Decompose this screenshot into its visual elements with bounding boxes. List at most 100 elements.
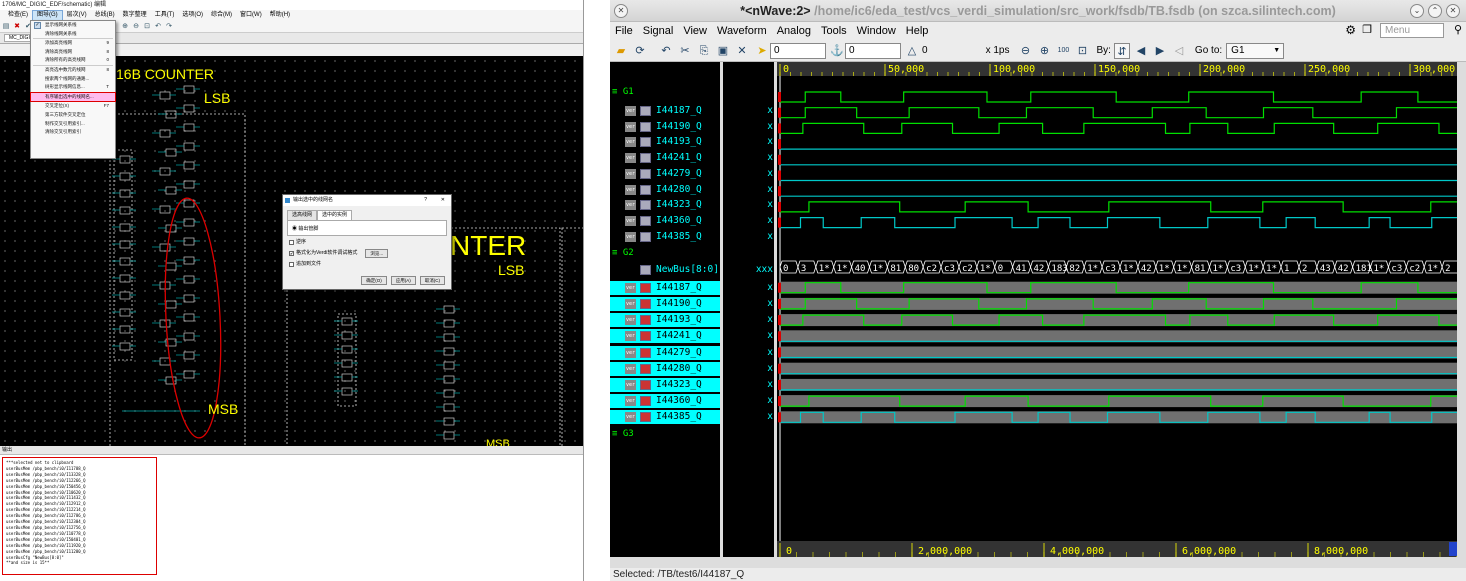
- signal-row[interactable]: NewBus[8:0]: [610, 263, 720, 277]
- dropdown-item[interactable]: 交叉定位(X) F7: [31, 102, 115, 111]
- menu-item-0[interactable]: 检查(E): [4, 10, 32, 21]
- undo-icon[interactable]: ↶: [658, 43, 674, 59]
- close-icon[interactable]: ✕: [441, 195, 445, 206]
- zoom-out-icon[interactable]: ⊖: [132, 23, 140, 31]
- delete-icon[interactable]: ✕: [734, 43, 750, 59]
- menu-signal[interactable]: Signal: [638, 25, 679, 37]
- zoom-out-icon[interactable]: ⊖: [1017, 43, 1033, 59]
- dropdown-item[interactable]: 高亮选中数元的线网 8: [31, 66, 115, 75]
- close-icon[interactable]: ✕: [1446, 4, 1460, 18]
- signal-group-label[interactable]: ≡ G1: [612, 87, 634, 97]
- menu-search-input[interactable]: Menu: [1380, 23, 1444, 38]
- paste-icon[interactable]: ▣: [715, 43, 731, 59]
- menu-item-5[interactable]: 工具(T): [151, 10, 179, 21]
- zoom-in-icon[interactable]: ⊕: [121, 23, 129, 31]
- dropdown-item[interactable]: ✓ 显示线网关系线: [31, 21, 115, 30]
- vertical-scrollbar[interactable]: [1457, 62, 1466, 557]
- marker-time-input[interactable]: 0: [845, 42, 901, 59]
- signal-list-pane[interactable]: ≡ G1 ver I44187_Q ver I44190_Q ver I44193_Q ver…: [610, 62, 720, 557]
- menu-help[interactable]: Help: [901, 25, 934, 37]
- restore-icon[interactable]: ❐: [1362, 23, 1372, 36]
- dropdown-item[interactable]: 搜索两个线网的通路...: [31, 75, 115, 84]
- signal-row[interactable]: ver I44280_Q: [610, 183, 720, 197]
- tab-highlight-nets[interactable]: 选高线网: [287, 210, 318, 220]
- settings-icon[interactable]: ⚙: [1345, 23, 1356, 37]
- undo-icon[interactable]: ↶: [154, 23, 162, 31]
- zoom-fit-icon[interactable]: 100: [1055, 43, 1071, 59]
- marker-icon[interactable]: ⚓: [829, 43, 845, 59]
- menu-item-6[interactable]: 选项(O): [178, 10, 207, 21]
- cancel-button[interactable]: 取消(C): [419, 276, 445, 285]
- reverse-order-checkbox[interactable]: [289, 240, 294, 245]
- dropdown-item[interactable]: 清除高亮线网 8: [31, 48, 115, 57]
- cursor-icon[interactable]: ➤: [754, 43, 770, 59]
- signal-row[interactable]: ver I44193_Q: [610, 313, 720, 328]
- dropdown-item[interactable]: 树形显示线网信息... T: [31, 83, 115, 92]
- open-icon[interactable]: ▤: [2, 23, 10, 31]
- menu-tools[interactable]: Tools: [816, 25, 852, 37]
- append-file-option[interactable]: 追加到文件: [289, 260, 445, 269]
- signal-group-label[interactable]: ≡ G2: [612, 248, 634, 258]
- cursor-time-input[interactable]: 0: [770, 42, 826, 59]
- horizontal-scrollbar[interactable]: [610, 557, 1466, 568]
- delta-icon[interactable]: △: [904, 43, 920, 59]
- copy-icon[interactable]: ⎘: [696, 43, 712, 59]
- signal-row[interactable]: ver I44385_Q: [610, 230, 720, 244]
- append-file-checkbox[interactable]: [289, 262, 294, 267]
- verdi-format-checkbox[interactable]: ✔: [289, 251, 294, 256]
- signal-row[interactable]: ver I44323_Q: [610, 198, 720, 212]
- menu-item-7[interactable]: 综合(M): [207, 10, 236, 21]
- reverse-order-option[interactable]: 逆序: [289, 238, 445, 247]
- cut-icon[interactable]: ✂: [677, 43, 693, 59]
- signal-row[interactable]: ver I44190_Q: [610, 120, 720, 134]
- signal-row[interactable]: ver I44279_Q: [610, 345, 720, 360]
- zoom-area-icon[interactable]: ⊡: [1074, 43, 1090, 59]
- browse-button[interactable]: 浏览...: [365, 249, 389, 258]
- signal-row[interactable]: ver I44279_Q: [610, 167, 720, 181]
- maximize-icon[interactable]: ⌃: [1428, 4, 1442, 18]
- signal-row[interactable]: ver I44187_Q: [610, 104, 720, 118]
- tab-selected-instances[interactable]: 选中的实例: [317, 210, 353, 220]
- menu-item-8[interactable]: 窗口(W): [236, 10, 266, 21]
- dropdown-item[interactable]: 清除所有的高亮线网 0: [31, 56, 115, 65]
- dropdown-item[interactable]: 清除线网关系线: [31, 30, 115, 39]
- help-icon[interactable]: ?: [424, 195, 427, 206]
- redo-icon[interactable]: ↷: [165, 23, 173, 31]
- search-prev-icon[interactable]: ◀: [1133, 43, 1149, 59]
- apply-button[interactable]: 应用(A): [390, 276, 416, 285]
- goto-select[interactable]: G1: [1226, 42, 1285, 59]
- signal-row[interactable]: ver I44241_Q: [610, 151, 720, 165]
- dropdown-item[interactable]: 清除交叉引用索引: [31, 128, 115, 137]
- menu-file[interactable]: File: [610, 25, 638, 37]
- open-folder-icon[interactable]: ▰: [613, 43, 629, 59]
- menu-view[interactable]: View: [678, 25, 712, 37]
- signal-row[interactable]: ver I44187_Q: [610, 280, 720, 295]
- signal-row[interactable]: ver I44385_Q: [610, 410, 720, 425]
- signal-row[interactable]: ver I44280_Q: [610, 361, 720, 376]
- signal-row[interactable]: ver I44190_Q: [610, 296, 720, 311]
- signal-row[interactable]: ver I44360_Q: [610, 394, 720, 409]
- menu-analog[interactable]: Analog: [772, 25, 816, 37]
- menu-item-4[interactable]: 数字整理: [119, 10, 151, 21]
- signal-group-label[interactable]: ≡ G3: [612, 429, 634, 439]
- verdi-format-option[interactable]: ✔ 格式化为Verdi软件调试格式 浏览...: [289, 249, 445, 258]
- dropdown-item[interactable]: 有序输出选中的线网名...: [30, 91, 116, 103]
- dropdown-item[interactable]: 制作交叉引用索引...: [31, 120, 115, 129]
- search-next-icon[interactable]: ▶: [1152, 43, 1168, 59]
- dropdown-item[interactable]: 第三方软件交叉定位: [31, 111, 115, 120]
- signal-row[interactable]: ver I44360_Q: [610, 214, 720, 228]
- signal-row[interactable]: ver I44241_Q: [610, 329, 720, 344]
- signal-row[interactable]: ver I44323_Q: [610, 377, 720, 392]
- window-menu-icon[interactable]: ✕: [614, 4, 628, 18]
- zoom-in-icon[interactable]: ⊕: [1036, 43, 1052, 59]
- menu-window[interactable]: Window: [852, 25, 901, 37]
- reload-icon[interactable]: ⟳: [632, 43, 648, 59]
- menu-item-9[interactable]: 帮助(H): [266, 10, 294, 21]
- search-by-icon[interactable]: ⇵: [1113, 42, 1130, 59]
- minimize-icon[interactable]: ⌄: [1410, 4, 1424, 18]
- search-back-icon[interactable]: ◁: [1171, 43, 1187, 59]
- ok-button[interactable]: 确定(O): [361, 276, 387, 285]
- menu-waveform[interactable]: Waveform: [712, 25, 772, 37]
- search-icon[interactable]: ⚲: [1454, 23, 1462, 36]
- waveform-pane[interactable]: 0 50,000 100,000 150,000 200,000 250,000 300,0…: [774, 62, 1460, 557]
